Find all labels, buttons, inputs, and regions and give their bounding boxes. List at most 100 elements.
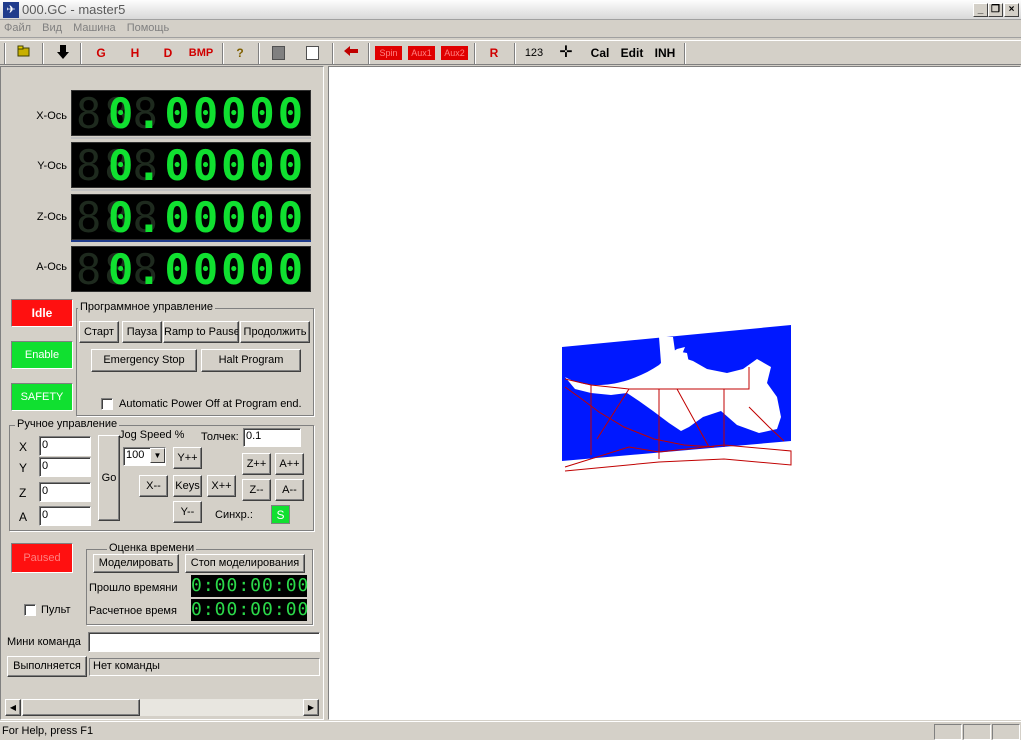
simulate-button[interactable]: Моделировать [93,554,179,573]
a-axis-value: 0.00000 [107,245,306,294]
scroll-left-icon[interactable]: ◀ [5,699,21,716]
horizontal-scrollbar[interactable]: ◀ ▶ [5,699,319,716]
reset-button[interactable]: R [484,44,504,62]
menu-help[interactable]: Помощь [123,20,174,36]
resume-button[interactable]: Продолжить [240,321,310,343]
pause-button[interactable]: Пауза [122,321,162,343]
x-position-input[interactable]: 0 [39,436,91,456]
toolbar-separator [368,43,370,64]
status-cell [963,724,991,740]
ramp-to-pause-button[interactable]: Ramp to Pause [163,321,239,343]
jog-speed-value: 100 [126,449,145,461]
step-input[interactable]: 0.1 [243,428,301,447]
elapsed-time-display: 0:00:00:00 [191,575,310,597]
open-file-icon[interactable] [14,44,34,62]
jog-y-minus-button[interactable]: Y-- [173,501,202,523]
a-field-label: A [19,510,28,524]
y-axis-value: 0.00000 [107,141,306,190]
h-button[interactable]: H [124,44,146,62]
toolbar-grip [4,43,6,64]
elapsed-time-label: Прошло времяни [89,582,178,594]
a-axis-dro[interactable]: 888 0.00000 [71,245,311,294]
minimize-button[interactable]: _ [973,3,988,17]
mini-command-input[interactable] [88,632,320,652]
edit-button[interactable]: Edit [617,44,647,62]
auto-power-off-checkbox[interactable] [101,398,113,410]
x-axis-label: X-Ось [36,110,67,122]
step-label: Толчек: [201,431,239,443]
jog-x-plus-button[interactable]: X++ [207,475,236,497]
title-bar: ✈ 000.GC - master5 _ ❐ × [0,0,1021,20]
help-icon[interactable]: ? [230,44,250,62]
jog-x-minus-button[interactable]: X-- [139,475,168,497]
back-arrow-icon[interactable] [340,44,362,62]
chevron-down-icon[interactable]: ▼ [150,448,165,463]
restore-button[interactable]: ❐ [988,3,1003,17]
a-position-input[interactable]: 0 [39,506,91,526]
pendant-checkbox[interactable] [24,604,36,616]
x-axis-dro[interactable]: 888 0.00000 [71,90,311,137]
emergency-stop-button[interactable]: Emergency Stop [91,349,197,372]
go-button[interactable]: Go [98,435,120,521]
scroll-thumb[interactable] [22,699,140,716]
enable-button[interactable]: Enable [11,341,73,369]
status-bar: For Help, press F1 [0,721,1021,740]
safety-indicator[interactable]: SAFETY [11,383,73,411]
bmp-button[interactable]: BMP [186,44,216,62]
toolbar-separator [514,43,516,64]
auto-power-off-label: Automatic Power Off at Program end. [119,398,302,410]
aux2-button[interactable]: Aux2 [441,46,468,60]
toolbar-separator [258,43,260,64]
g-code-button[interactable]: G [90,44,112,62]
z-field-label: Z [19,486,27,500]
gray-square-icon[interactable] [268,44,288,62]
executing-button[interactable]: Выполняется [7,656,87,677]
toolbar-separator [42,43,44,64]
halt-program-button[interactable]: Halt Program [201,349,301,372]
a-axis-label: A-Ось [36,261,67,273]
download-arrow-icon[interactable] [52,44,74,62]
pendant-label: Пульт [41,604,71,616]
aux1-button[interactable]: Aux1 [408,46,435,60]
spindle-button[interactable]: Spin [375,46,402,60]
inh-button[interactable]: INH [650,44,680,62]
toolpath-view[interactable] [328,66,1021,720]
y-position-input[interactable]: 0 [39,457,91,477]
jog-a-minus-button[interactable]: A-- [275,479,304,501]
jog-y-plus-button[interactable]: Y++ [173,447,202,469]
status-cell [934,724,962,740]
jog-speed-select[interactable]: 100 ▼ [123,447,166,466]
white-square-icon[interactable] [302,44,322,62]
keys-button[interactable]: Keys [173,475,202,497]
cal-button[interactable]: Cal [587,44,613,62]
y-axis-label: Y-Ось [37,160,67,172]
toolbar-separator [474,43,476,64]
dro-underline [71,137,311,139]
d-button[interactable]: D [157,44,179,62]
z-position-input[interactable]: 0 [39,482,91,502]
jog-speed-label: Jog Speed % [119,429,185,441]
crosshair-icon[interactable]: ✛ [556,44,576,62]
window-title: 000.GC - master5 [22,2,126,17]
jog-a-plus-button[interactable]: A++ [275,453,304,475]
z-axis-value: 0.00000 [107,193,306,242]
jog-z-minus-button[interactable]: Z-- [242,479,271,501]
mini-command-label: Мини команда [7,636,81,648]
close-button[interactable]: × [1004,3,1019,17]
menu-machine[interactable]: Машина [69,20,120,36]
scroll-right-icon[interactable]: ▶ [303,699,319,716]
toolbar-separator [684,43,686,64]
jog-z-plus-button[interactable]: Z++ [242,453,271,475]
sync-button[interactable]: S [271,505,290,524]
y-axis-dro[interactable]: 888 0.00000 [71,141,311,190]
z-axis-dro[interactable]: 888 0.00000 [71,193,311,242]
menu-file[interactable]: Файл [0,20,35,36]
estimated-time-label: Расчетное время [89,605,177,617]
menu-view[interactable]: Вид [38,20,66,36]
line-numbers-button[interactable]: 123 [522,44,546,62]
start-button[interactable]: Старт [79,321,119,343]
stop-simulation-button[interactable]: Стоп моделирования [185,554,305,573]
app-icon: ✈ [3,2,19,18]
idle-indicator: Idle [11,299,73,327]
y-field-label: Y [19,461,28,475]
